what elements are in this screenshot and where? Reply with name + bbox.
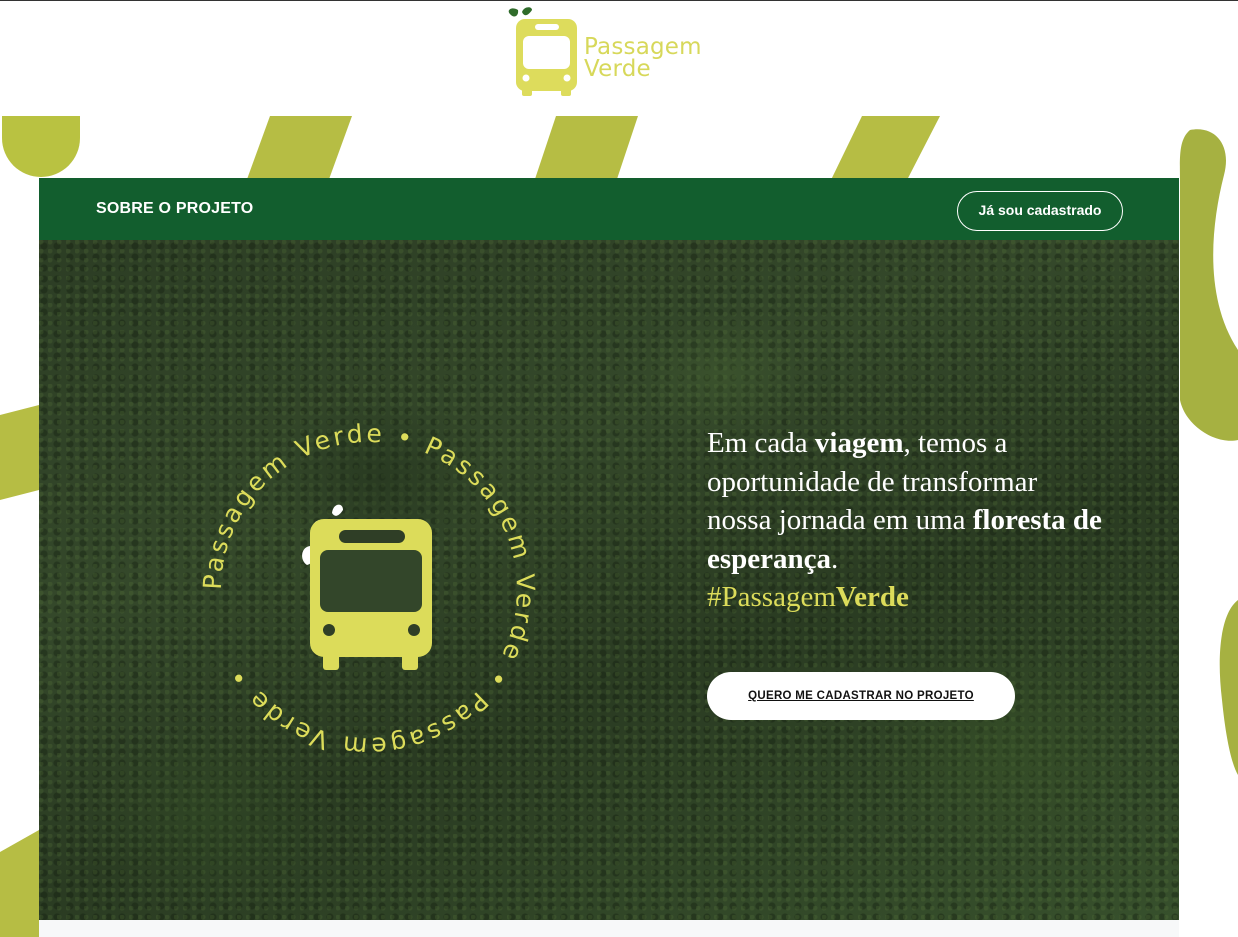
hashtag: #PassagemVerde	[707, 581, 909, 613]
nav-about-project[interactable]: SOBRE O PROJETO	[96, 200, 253, 218]
deco-blob-right-lower	[1219, 600, 1238, 775]
brand-name-line2: Verde	[584, 56, 651, 82]
hashtag-bold: Verde	[835, 581, 909, 613]
hero-section: Passagem Verde • Passagem Verde • Passag…	[39, 240, 1179, 920]
deco-stripe-2	[534, 116, 638, 182]
bus-leaf-logo-icon	[508, 7, 577, 96]
footer-strip	[39, 920, 1179, 937]
hero-text-bold1: viagem	[814, 427, 904, 459]
hero-statement: Em cada viagem, temos a oportunidade de …	[707, 424, 1107, 617]
hero-card: SOBRE O PROJETO Já sou cadastrado Passag…	[39, 178, 1179, 920]
register-project-button[interactable]: QUERO ME CADASTRAR NO PROJETO	[707, 672, 1015, 720]
already-registered-button[interactable]: Já sou cadastrado	[957, 191, 1123, 231]
brand-name: Passagem Verde	[584, 34, 702, 82]
deco-blob-right	[1179, 129, 1238, 441]
deco-half-circle	[2, 116, 80, 177]
circular-badge: Passagem Verde • Passagem Verde • Passag…	[199, 420, 537, 760]
navbar: SOBRE O PROJETO Já sou cadastrado	[39, 178, 1179, 240]
hero-text-part1: Em cada	[707, 427, 815, 459]
bus-leaf-badge-icon	[302, 504, 432, 670]
brand-name-line1: Passagem	[584, 34, 702, 60]
deco-wedge-left	[0, 405, 39, 500]
deco-wedge-left-lower	[0, 830, 39, 937]
hashtag-prefix: #Passagem	[707, 581, 836, 613]
hero-text-part3: .	[831, 542, 839, 575]
deco-stripe-1	[246, 116, 352, 182]
deco-stripe-3	[830, 116, 940, 182]
brand-logo[interactable]: Passagem Verde	[502, 6, 732, 98]
